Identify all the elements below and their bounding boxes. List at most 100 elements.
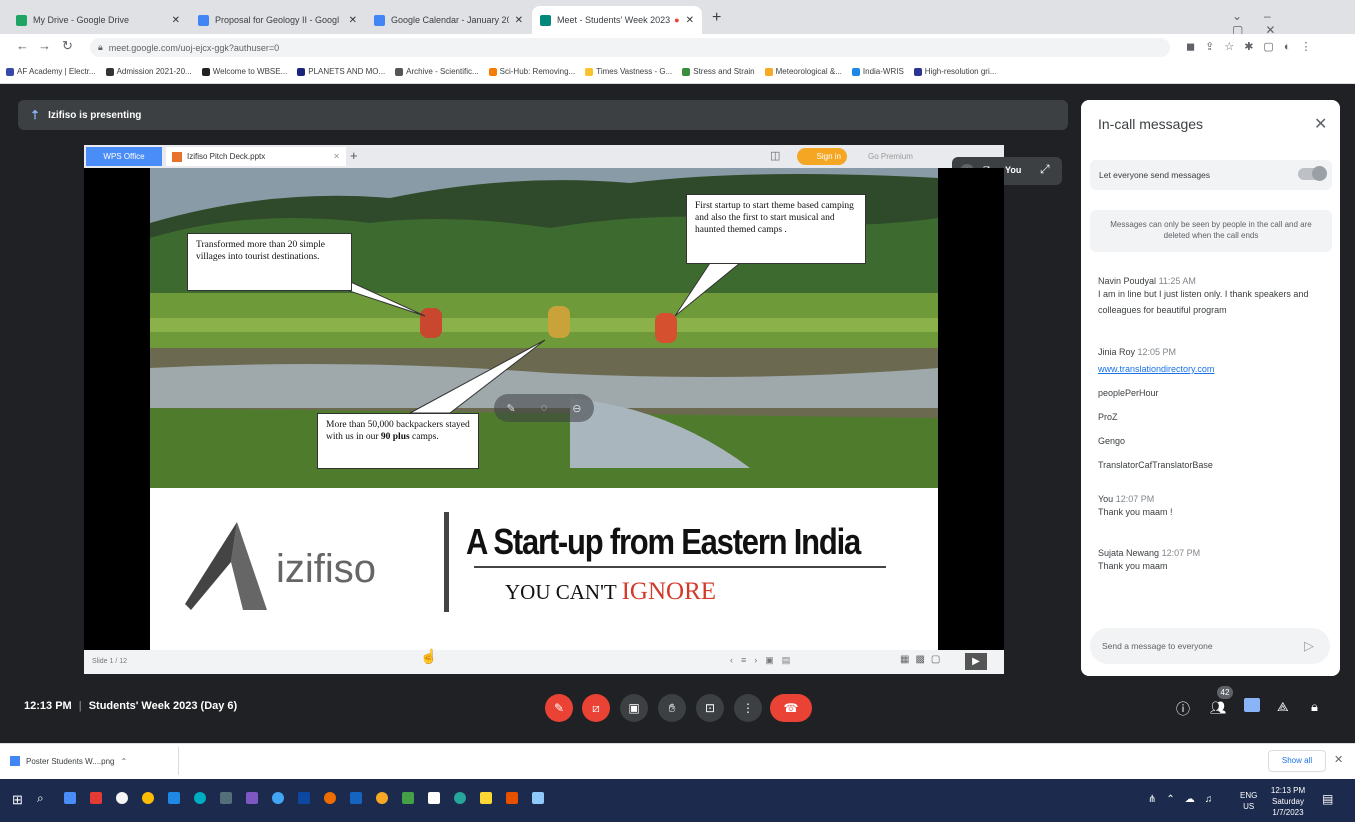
search-icon[interactable]: ⌕: [37, 791, 44, 806]
wps-office-tab[interactable]: WPS Office: [86, 147, 162, 166]
info-icon[interactable]: ⓘ: [1176, 699, 1190, 719]
forward-icon[interactable]: →: [38, 38, 51, 53]
taskbar-clock[interactable]: 12:13 PM Saturday 1/7/2023: [1266, 785, 1310, 818]
layout-icon[interactable]: ◫: [770, 149, 780, 162]
slide-tagline: YOU CAN'T IGNORE: [505, 578, 717, 605]
mic-off-icon[interactable]: ✎: [507, 402, 516, 415]
tab-meet[interactable]: Meet - Students' Week 2023 ● ✕: [532, 6, 702, 34]
taskbar-app-icon[interactable]: [402, 792, 414, 804]
taskbar-app-icon[interactable]: [64, 792, 76, 804]
camera-off-button[interactable]: ⧄: [582, 694, 610, 722]
notifications-icon[interactable]: ▤: [1322, 792, 1333, 806]
tab-calendar[interactable]: Google Calendar - January 2023 ✕: [366, 6, 531, 34]
pptx-icon: [172, 151, 182, 162]
bookmark-item[interactable]: AF Academy | Electr...: [6, 67, 96, 76]
close-icon[interactable]: ✕: [172, 15, 180, 26]
message-link[interactable]: www.translationdirectory.com: [1098, 361, 1330, 377]
floating-share-controls[interactable]: ✎ ◌ ⊖: [494, 394, 594, 422]
download-item[interactable]: Poster Students W....png ⌃: [10, 750, 170, 772]
taskbar-app-icon[interactable]: [116, 792, 128, 804]
back-icon[interactable]: ←: [16, 38, 29, 53]
present-button[interactable]: ⊡: [696, 694, 724, 722]
callout-bottom: More than 50,000 backpackers stayed with…: [317, 413, 479, 469]
go-premium-link[interactable]: Go Premium: [868, 152, 913, 161]
taskbar-app-icon[interactable]: [506, 792, 518, 804]
language-indicator[interactable]: ENG US: [1240, 790, 1257, 812]
bookmark-item[interactable]: Stress and Strain: [682, 67, 755, 76]
meet-icon: [540, 14, 551, 26]
play-slideshow-button[interactable]: ▶: [965, 653, 987, 670]
camera-icon[interactable]: ◌: [541, 402, 548, 414]
host-controls-icon[interactable]: 🔒︎: [1311, 699, 1318, 715]
expand-icon[interactable]: ⤢: [1040, 162, 1050, 177]
self-label: You: [1005, 165, 1022, 175]
taskbar-app-icon[interactable]: [298, 792, 310, 804]
wps-new-tab-icon[interactable]: +: [350, 148, 358, 163]
taskbar-app-icon[interactable]: [376, 792, 388, 804]
url-input[interactable]: 🔒︎ meet.google.com/uoj-ejcx-ggk?authuser…: [90, 38, 1170, 57]
mouse-cursor-icon: ☝: [420, 648, 438, 664]
taskbar-app-icon[interactable]: [272, 792, 284, 804]
bookmarks-bar: AF Academy | Electr... Admission 2021-20…: [0, 60, 1355, 84]
bookmark-item[interactable]: India-WRIS: [851, 67, 904, 76]
docs-icon: [198, 14, 209, 26]
system-tray-icons[interactable]: ⋔⌃☁︎♫: [1148, 794, 1222, 805]
chevron-up-icon[interactable]: ⌃: [121, 757, 128, 766]
chat-icon[interactable]: [1244, 698, 1260, 712]
taskbar-app-icon[interactable]: [350, 792, 362, 804]
windows-start-icon[interactable]: ⊞: [12, 792, 23, 808]
mic-off-button[interactable]: ✎: [545, 694, 573, 722]
drive-icon: [16, 14, 27, 26]
raise-hand-button[interactable]: ✋︎: [658, 694, 686, 722]
captions-button[interactable]: ▣: [620, 694, 648, 722]
tab-proposal[interactable]: Proposal for Geology II - Googl ✕: [190, 6, 365, 34]
taskbar-app-icon[interactable]: [142, 792, 154, 804]
taskbar-app-icon[interactable]: [90, 792, 102, 804]
bookmark-item[interactable]: Times Vastness - G...: [585, 67, 672, 76]
tab-my-drive[interactable]: My Drive - Google Drive ✕: [8, 6, 188, 34]
people-icon[interactable]: 👥︎: [1210, 700, 1227, 716]
close-panel-icon[interactable]: ✕: [1314, 114, 1327, 134]
activities-icon[interactable]: ⟁: [1277, 699, 1289, 715]
bookmark-item[interactable]: Archive - Scientific...: [395, 67, 479, 76]
taskbar-app-icon[interactable]: [324, 792, 336, 804]
close-icon[interactable]: ✕: [686, 15, 694, 26]
view-mode-icons[interactable]: ▦▩▢: [900, 654, 946, 665]
title-divider: [444, 512, 449, 612]
pptx-doc-tab[interactable]: Izifiso Pitch Deck.pptx ✕: [166, 147, 346, 166]
close-downloads-icon[interactable]: ✕: [1334, 753, 1343, 766]
bookmark-item[interactable]: Meteorological &...: [764, 67, 842, 76]
taskbar-app-icon[interactable]: [428, 792, 440, 804]
new-tab-button[interactable]: +: [712, 9, 721, 27]
close-icon[interactable]: ✕: [333, 152, 340, 161]
close-icon[interactable]: ✕: [349, 15, 357, 26]
callout-right: First startup to start theme based campi…: [686, 194, 866, 264]
bookmark-item[interactable]: High-resolution gri...: [913, 67, 996, 76]
show-all-button[interactable]: Show all: [1268, 750, 1326, 772]
browser-toolbar-icons[interactable]: ◼⇪☆✱▢◐⋮: [1186, 40, 1321, 53]
taskbar-app-icon[interactable]: [532, 792, 544, 804]
send-icon[interactable]: ▷: [1304, 638, 1314, 654]
more-options-button[interactable]: ⋮: [734, 694, 762, 722]
bookmark-item[interactable]: Admission 2021-20...: [105, 67, 192, 76]
present-screen-icon: ⇡: [30, 108, 41, 122]
window-controls[interactable]: ⌄–▢✕: [1232, 9, 1355, 37]
stop-share-icon[interactable]: ⊖: [572, 402, 581, 415]
taskbar-app-icon[interactable]: [168, 792, 180, 804]
taskbar-app-icon[interactable]: [480, 792, 492, 804]
taskbar-app-icon[interactable]: [220, 792, 232, 804]
presenting-banner: ⇡ Izifiso is presenting: [18, 100, 1068, 130]
bookmark-item[interactable]: PLANETS AND MO...: [297, 67, 385, 76]
close-icon[interactable]: ✕: [515, 15, 523, 26]
callout-left: Transformed more than 20 simple villages…: [187, 233, 352, 291]
reload-icon[interactable]: ↻: [62, 38, 73, 54]
meeting-info: 12:13 PM | Students' Week 2023 (Day 6): [24, 700, 238, 712]
bookmark-item[interactable]: Sci-Hub: Removing...: [488, 67, 575, 76]
taskbar-app-icon[interactable]: [454, 792, 466, 804]
taskbar-app-icon[interactable]: [194, 792, 206, 804]
leave-call-button[interactable]: ☎︎: [770, 694, 812, 722]
bookmark-item[interactable]: Welcome to WBSE...: [201, 67, 287, 76]
sign-in-button[interactable]: Sign in: [797, 148, 847, 165]
taskbar-app-icon[interactable]: [246, 792, 258, 804]
slide-nav-icons[interactable]: ‹≡›▣▤: [730, 655, 798, 666]
